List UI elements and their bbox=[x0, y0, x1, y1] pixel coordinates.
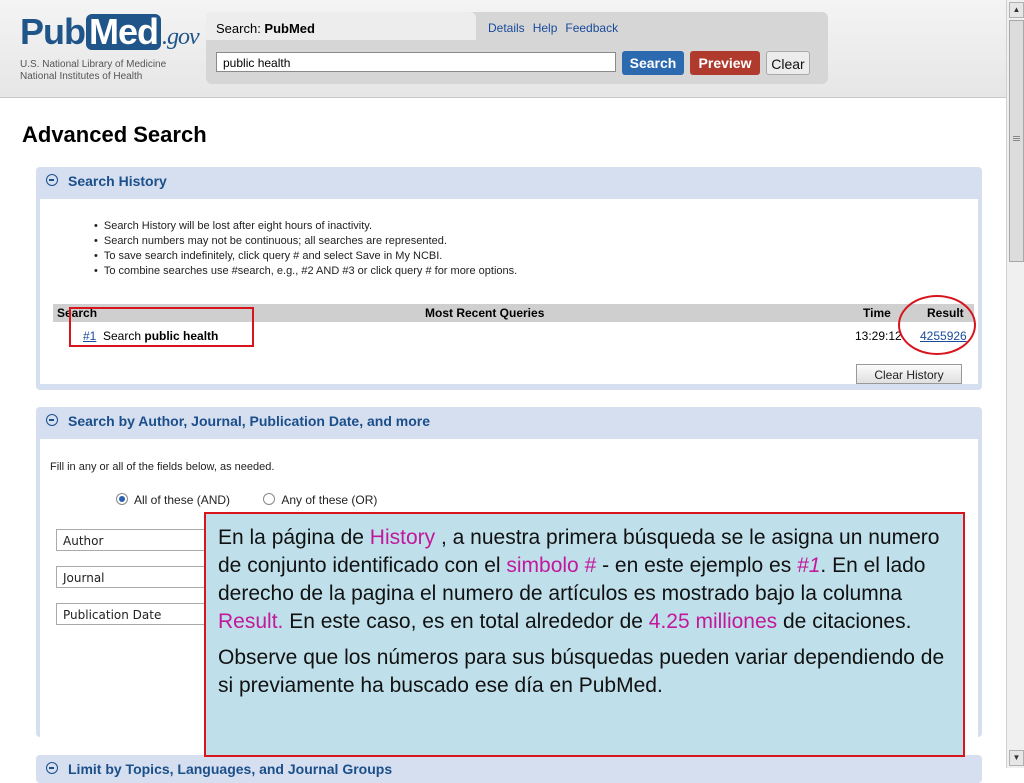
preview-button[interactable]: Preview bbox=[690, 51, 760, 75]
search-history-title: Search History bbox=[68, 173, 167, 189]
history-note: Search numbers may not be continuous; al… bbox=[94, 234, 517, 249]
callout-highlight: simbolo # bbox=[506, 554, 597, 577]
annotation-query-box bbox=[69, 307, 254, 347]
collapse-icon[interactable] bbox=[46, 762, 58, 774]
publication-date-field[interactable]: Publication Date bbox=[56, 603, 206, 625]
callout-text: En este caso, es en total alrededor de bbox=[283, 610, 649, 633]
radio-all[interactable]: All of these (AND) bbox=[116, 493, 230, 507]
fields-instructions: Fill in any or all of the fields below, … bbox=[50, 461, 275, 473]
logo-subtitle-nih: National Institutes of Health bbox=[20, 71, 143, 82]
callout-text: de citaciones. bbox=[777, 610, 912, 633]
help-link[interactable]: Help bbox=[533, 21, 558, 35]
database-name: PubMed bbox=[264, 21, 315, 36]
match-options: All of these (AND) Any of these (OR) bbox=[116, 493, 377, 507]
pubmed-logo[interactable]: Pub Med .gov U.S. National Library of Medi… bbox=[20, 11, 200, 83]
radio-any-label: Any of these (OR) bbox=[281, 493, 378, 507]
vertical-scrollbar[interactable]: ▲ ▼ bbox=[1006, 0, 1024, 768]
callout-highlight: History bbox=[369, 526, 436, 549]
annotation-callout: En la página de History , a nuestra prim… bbox=[204, 512, 965, 757]
callout-text: En la página de bbox=[218, 526, 370, 549]
details-link[interactable]: Details bbox=[488, 21, 525, 35]
col-time: Time bbox=[863, 306, 891, 320]
callout-highlight: #1 bbox=[797, 554, 821, 577]
collapse-icon[interactable] bbox=[46, 414, 58, 426]
radio-checked-icon bbox=[116, 493, 128, 505]
logo-pub: Pub bbox=[20, 11, 86, 52]
limits-title: Limit by Topics, Languages, and Journal … bbox=[68, 761, 393, 777]
query-time: 13:29:12 bbox=[855, 329, 902, 343]
search-label: Search: bbox=[216, 21, 265, 36]
logo-subtitle-nlm: U.S. National Library of Medicine bbox=[20, 59, 167, 70]
author-journal-title: Search by Author, Journal, Publication D… bbox=[68, 413, 430, 429]
journal-field[interactable]: Journal bbox=[56, 566, 206, 588]
search-button[interactable]: Search bbox=[622, 51, 684, 75]
clear-button[interactable]: Clear bbox=[766, 51, 810, 75]
scroll-down-icon[interactable]: ▼ bbox=[1009, 750, 1024, 766]
radio-unchecked-icon bbox=[263, 493, 276, 505]
history-note: Search History will be lost after eight … bbox=[94, 219, 517, 234]
radio-any[interactable]: Any of these (OR) bbox=[263, 493, 377, 507]
pubmed-header: Pub Med .gov U.S. National Library of Medi… bbox=[0, 0, 1006, 98]
author-field[interactable]: Author bbox=[56, 529, 206, 551]
logo-gov: .gov bbox=[162, 24, 200, 50]
history-note: To save search indefinitely, click query… bbox=[94, 249, 517, 264]
logo-med: Med bbox=[86, 14, 161, 50]
callout-paragraph-2: Observe que los números para sus búsqued… bbox=[218, 646, 945, 697]
limits-header[interactable]: Limit by Topics, Languages, and Journal … bbox=[36, 755, 982, 783]
database-tab[interactable]: Search: PubMed bbox=[206, 12, 476, 40]
history-note: To combine searches use #search, e.g., #… bbox=[94, 264, 517, 279]
search-history-header[interactable]: Search History bbox=[36, 167, 982, 195]
author-journal-header[interactable]: Search by Author, Journal, Publication D… bbox=[36, 407, 982, 435]
page-title: Advanced Search bbox=[22, 122, 207, 147]
header-links: Details Help Feedback bbox=[488, 21, 626, 35]
history-notes: Search History will be lost after eight … bbox=[94, 219, 517, 279]
radio-all-label: All of these (AND) bbox=[134, 493, 231, 507]
limits-section: Limit by Topics, Languages, and Journal … bbox=[36, 755, 982, 783]
collapse-icon[interactable] bbox=[46, 174, 58, 186]
search-input[interactable]: public health bbox=[216, 52, 616, 72]
feedback-link[interactable]: Feedback bbox=[565, 21, 618, 35]
scroll-thumb[interactable] bbox=[1009, 20, 1024, 262]
clear-history-button[interactable]: Clear History bbox=[856, 364, 962, 384]
search-history-section: Search History Search History will be lo… bbox=[36, 167, 982, 390]
callout-highlight: 4.25 milliones bbox=[648, 610, 778, 633]
callout-highlight: Result. bbox=[218, 610, 284, 633]
col-queries: Most Recent Queries bbox=[425, 306, 545, 320]
search-bar: Search: PubMed Details Help Feedback publi… bbox=[206, 12, 828, 84]
scroll-up-icon[interactable]: ▲ bbox=[1009, 2, 1024, 18]
callout-paragraph-1: En la página de History , a nuestra prim… bbox=[218, 524, 953, 636]
annotation-result-circle bbox=[898, 295, 976, 355]
callout-text: - en este ejemplo es bbox=[596, 554, 798, 577]
